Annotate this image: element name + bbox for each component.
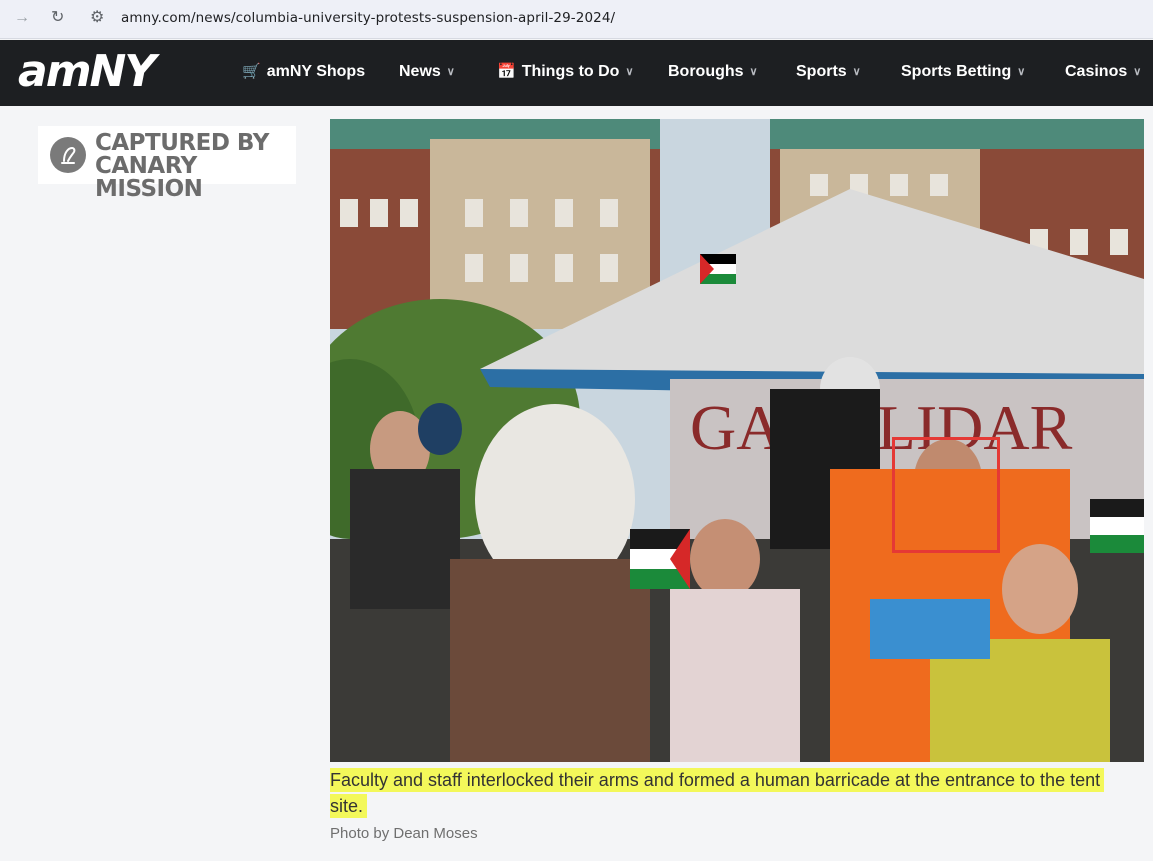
site-header: amNY 🛒 amNY Shops News ∨ 📅 Things to Do ∨ Bo… bbox=[0, 40, 1153, 106]
nav-sports[interactable]: Sports ∨ bbox=[796, 62, 861, 82]
article-photo: GA SOLIDAR bbox=[330, 119, 1144, 762]
nav-label: Boroughs bbox=[668, 63, 744, 80]
photo-credit: Photo by Dean Moses bbox=[330, 825, 478, 842]
chevron-down-icon: ∨ bbox=[852, 66, 861, 78]
back-arrow-icon[interactable]: → bbox=[14, 8, 30, 28]
site-settings-icon[interactable]: ⚙ bbox=[90, 8, 104, 28]
wordmark-line-1: CAPTURED BY bbox=[95, 130, 269, 156]
chevron-down-icon: ∨ bbox=[749, 66, 758, 78]
nav-label: Sports Betting bbox=[901, 63, 1012, 80]
nav-casinos[interactable]: Casinos ∨ bbox=[1065, 62, 1141, 82]
nav-label: News bbox=[399, 63, 441, 80]
caption-text: Faculty and staff interlocked their arms… bbox=[330, 768, 1105, 818]
nav-boroughs[interactable]: Boroughs ∨ bbox=[668, 62, 758, 82]
site-logo[interactable]: amNY bbox=[18, 46, 156, 98]
chevron-down-icon: ∨ bbox=[1017, 66, 1026, 78]
nav-label: amNY Shops bbox=[266, 63, 366, 80]
canary-mission-logo: CAPTURED BY CANARY MISSION bbox=[38, 126, 296, 201]
nav-sports-betting[interactable]: Sports Betting ∨ bbox=[901, 62, 1025, 82]
calendar-icon: 📅 bbox=[497, 63, 516, 80]
nav-label: Casinos bbox=[1065, 63, 1128, 80]
nav-label: Sports bbox=[796, 63, 847, 80]
wordmark-line-2: CANARY MISSION bbox=[95, 153, 203, 202]
cart-icon: 🛒 bbox=[242, 63, 261, 80]
nav-amny-shops[interactable]: 🛒 amNY Shops bbox=[242, 62, 365, 82]
svg-text:GA SOLIDAR: GA SOLIDAR bbox=[690, 392, 1073, 463]
chevron-down-icon: ∨ bbox=[446, 66, 455, 78]
nav-label: Things to Do bbox=[521, 63, 620, 80]
photo-caption: Faculty and staff interlocked their arms… bbox=[330, 767, 1130, 819]
highlight-box bbox=[892, 437, 1000, 553]
nav-news[interactable]: News ∨ bbox=[399, 62, 455, 82]
reload-icon[interactable]: ↻ bbox=[51, 8, 64, 28]
canary-bird-icon bbox=[50, 137, 86, 173]
nav-things-to-do[interactable]: 📅 Things to Do ∨ bbox=[497, 62, 634, 82]
canary-mission-wordmark: CAPTURED BY CANARY MISSION bbox=[95, 132, 296, 201]
browser-address-bar: → ↻ ⚙ amny.com/news/columbia-university-… bbox=[0, 0, 1153, 39]
chevron-down-icon: ∨ bbox=[1133, 66, 1142, 78]
chevron-down-icon: ∨ bbox=[625, 66, 634, 78]
url-field[interactable]: amny.com/news/columbia-university-protes… bbox=[121, 10, 615, 26]
